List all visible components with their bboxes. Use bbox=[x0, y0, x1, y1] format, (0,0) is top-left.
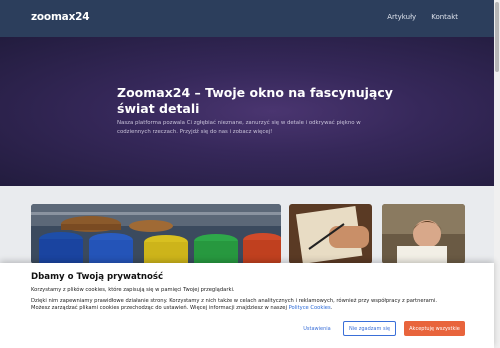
cookie-title: Dbamy o Twoją prywatność bbox=[31, 272, 164, 282]
cookie-text-fragment: Możesz zarządzać plikami cookies przecho… bbox=[31, 305, 289, 311]
site-logo[interactable]: zoomax24 bbox=[31, 11, 90, 23]
cookie-text-line: Dzięki nim zapewniamy prawidłowe działan… bbox=[31, 298, 437, 304]
article-card-image-child[interactable] bbox=[382, 204, 465, 264]
cookie-accept-all-button[interactable]: Akceptuję wszystkie bbox=[404, 321, 465, 336]
main-nav: Artykuły Kontakt bbox=[387, 13, 458, 21]
site-header: zoomax24 Artykuły Kontakt bbox=[0, 0, 494, 37]
barrels-image bbox=[31, 204, 281, 264]
cookie-settings-button[interactable]: Ustawienia bbox=[297, 321, 337, 336]
child-image bbox=[382, 204, 465, 264]
nav-item-contact[interactable]: Kontakt bbox=[431, 13, 458, 21]
hero-description: Nasza platforma pozwala Ci zgłębiać niez… bbox=[117, 120, 361, 135]
page-scrollbar[interactable] bbox=[494, 0, 500, 348]
article-card-image-barrels[interactable] bbox=[31, 204, 281, 264]
hero-title: Zoomax24 – Twoje okno na fascynujący świ… bbox=[117, 85, 393, 116]
writing-image bbox=[289, 204, 372, 264]
cookie-consent-banner: Dbamy o Twoją prywatność Korzystamy z pl… bbox=[0, 263, 494, 348]
hero-section: Zoomax24 – Twoje okno na fascynujący świ… bbox=[0, 37, 494, 186]
cookie-reject-button[interactable]: Nie zgadzam się bbox=[343, 321, 396, 336]
article-card-image-writing[interactable] bbox=[289, 204, 372, 264]
cookie-policy-link[interactable]: Polityce Cookies bbox=[289, 305, 331, 311]
cookie-text-line: Możesz zarządzać plikami cookies przecho… bbox=[31, 305, 332, 311]
cookie-text-fragment: . bbox=[330, 305, 333, 311]
scrollbar-thumb[interactable] bbox=[495, 2, 499, 72]
nav-item-articles[interactable]: Artykuły bbox=[387, 13, 416, 21]
cookie-text-line: Korzystamy z plików cookies, które zapis… bbox=[31, 287, 235, 293]
